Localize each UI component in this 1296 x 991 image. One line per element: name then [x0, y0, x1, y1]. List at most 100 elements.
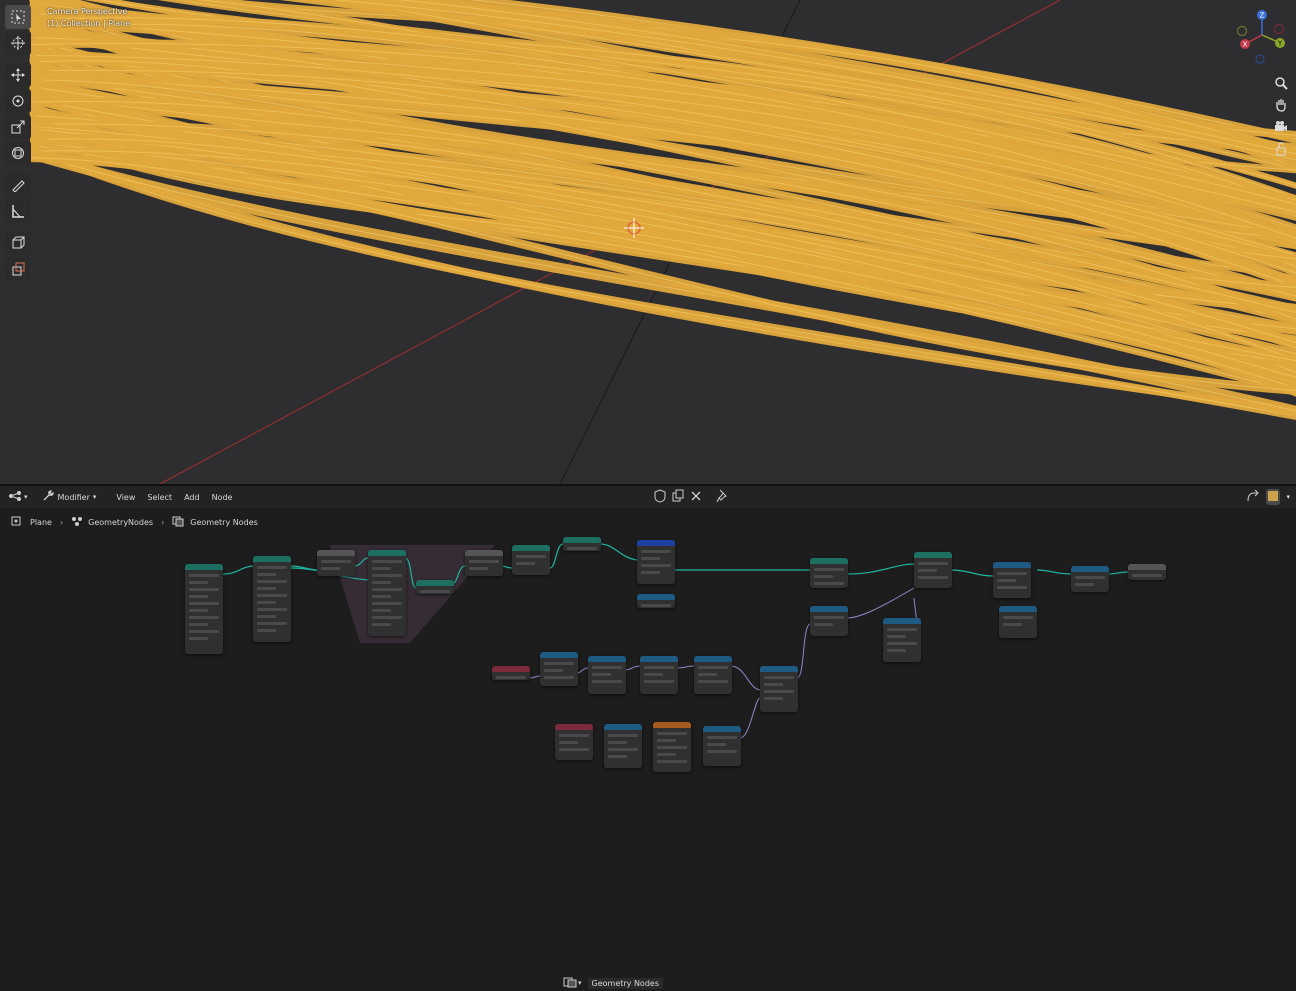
tree-name-field[interactable]: Geometry Nodes [587, 977, 663, 989]
graph-node[interactable] [993, 562, 1031, 598]
node-header[interactable] [512, 545, 550, 551]
zoom-icon[interactable] [1270, 72, 1292, 94]
node-header[interactable] [253, 556, 291, 562]
pin-icon[interactable] [716, 489, 728, 505]
node-header[interactable] [760, 666, 798, 672]
node-socket-row[interactable] [698, 673, 717, 676]
fake-user-shield-icon[interactable] [654, 489, 666, 505]
graph-node[interactable] [416, 580, 454, 594]
node-socket-row[interactable] [707, 736, 737, 739]
node-socket-row[interactable] [544, 669, 563, 672]
node-socket-row[interactable] [641, 571, 660, 574]
node-socket-row[interactable] [372, 602, 402, 605]
node-socket-row[interactable] [657, 732, 687, 735]
node-header[interactable] [492, 666, 530, 672]
node-socket-row[interactable] [469, 560, 499, 563]
node-header[interactable] [914, 552, 952, 558]
close-icon[interactable] [690, 489, 702, 505]
graph-node[interactable] [653, 722, 691, 772]
node-header[interactable] [416, 580, 454, 586]
node-socket-row[interactable] [257, 629, 276, 632]
node-header[interactable] [810, 606, 848, 612]
node-socket-row[interactable] [257, 622, 287, 625]
node-socket-row[interactable] [918, 569, 937, 572]
node-socket-row[interactable] [372, 560, 402, 563]
node-socket-row[interactable] [644, 680, 674, 683]
graph-node[interactable] [703, 726, 741, 766]
node-socket-row[interactable] [257, 601, 276, 604]
graph-node[interactable] [540, 652, 578, 686]
node-socket-row[interactable] [657, 753, 676, 756]
node-socket-row[interactable] [997, 586, 1027, 589]
graph-node[interactable] [253, 556, 291, 642]
graph-node[interactable] [637, 540, 675, 584]
node-socket-row[interactable] [420, 590, 450, 593]
measure-icon[interactable] [5, 199, 31, 223]
graph-node[interactable] [555, 724, 593, 760]
graph-node[interactable] [465, 550, 503, 576]
node-socket-row[interactable] [257, 608, 287, 611]
node-socket-row[interactable] [764, 697, 783, 700]
rotate-icon[interactable] [5, 89, 31, 113]
graph-node[interactable] [810, 558, 848, 588]
node-header[interactable] [1071, 566, 1109, 572]
node-socket-row[interactable] [189, 581, 208, 584]
graph-node[interactable] [640, 656, 678, 694]
node-header[interactable] [637, 594, 675, 600]
node-socket-row[interactable] [608, 734, 638, 737]
node-socket-row[interactable] [608, 755, 627, 758]
graph-node[interactable] [185, 564, 223, 654]
node-socket-row[interactable] [372, 623, 391, 626]
node-header[interactable] [810, 558, 848, 564]
graph-node[interactable] [512, 545, 550, 575]
node-socket-row[interactable] [189, 609, 208, 612]
node-socket-row[interactable] [592, 680, 622, 683]
node-socket-row[interactable] [641, 557, 660, 560]
node-socket-row[interactable] [698, 666, 728, 669]
node-socket-row[interactable] [887, 649, 906, 652]
node-header[interactable] [588, 656, 626, 662]
node-socket-row[interactable] [496, 676, 526, 679]
node-header[interactable] [653, 722, 691, 728]
node-socket-row[interactable] [516, 555, 546, 558]
graph-node[interactable] [368, 550, 406, 636]
hand-pan-icon[interactable] [1270, 94, 1292, 116]
node-socket-row[interactable] [321, 560, 351, 563]
node-socket-row[interactable] [887, 628, 917, 631]
camera-view-icon[interactable] [1270, 116, 1292, 138]
node-socket-row[interactable] [918, 576, 948, 579]
cursor-icon[interactable] [5, 31, 31, 55]
graph-node[interactable] [810, 606, 848, 636]
node-header[interactable] [368, 550, 406, 556]
node-header[interactable] [993, 562, 1031, 568]
graph-node[interactable] [760, 666, 798, 712]
node-socket-row[interactable] [997, 579, 1016, 582]
node-socket-row[interactable] [592, 673, 611, 676]
node-header[interactable] [540, 652, 578, 658]
node-header[interactable] [563, 537, 601, 543]
editor-type-button[interactable]: ▾ [4, 489, 32, 505]
node-socket-row[interactable] [544, 662, 574, 665]
node-header[interactable] [999, 606, 1037, 612]
annotate-icon[interactable] [5, 173, 31, 197]
move-icon[interactable] [5, 63, 31, 87]
graph-node[interactable] [563, 537, 601, 551]
node-socket-row[interactable] [559, 748, 589, 751]
node-socket-row[interactable] [469, 567, 488, 570]
node-socket-row[interactable] [707, 750, 737, 753]
node-socket-row[interactable] [189, 623, 208, 626]
node-socket-row[interactable] [372, 574, 402, 577]
node-socket-row[interactable] [516, 562, 535, 565]
node-socket-row[interactable] [641, 564, 671, 567]
mode-dropdown[interactable]: Modifier ▾ [38, 489, 101, 505]
node-socket-row[interactable] [257, 587, 276, 590]
graph-node[interactable] [637, 594, 675, 608]
select-box-icon[interactable] [5, 5, 31, 29]
node-socket-row[interactable] [372, 616, 402, 619]
node-header[interactable] [637, 540, 675, 546]
node-header[interactable] [1128, 564, 1166, 570]
node-socket-row[interactable] [257, 573, 276, 576]
node-socket-row[interactable] [189, 588, 219, 591]
node-tree-selector[interactable]: ▾ Geometry Nodes [563, 975, 683, 991]
node-socket-row[interactable] [257, 615, 276, 618]
